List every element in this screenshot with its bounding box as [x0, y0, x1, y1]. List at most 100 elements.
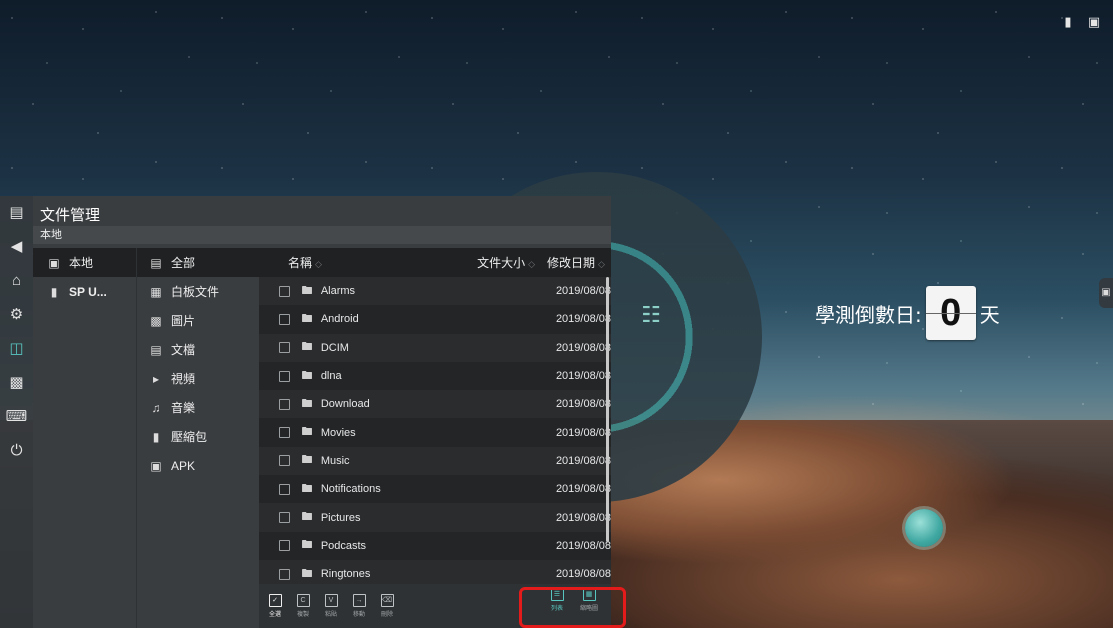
folder-icon[interactable]: ◫ — [6, 338, 28, 360]
left-toolbar: ▤ ◀ ⌂ ⚙ ◫ ▩ ⌨ ⏻ — [0, 196, 33, 628]
grid-icon: ▦ — [582, 588, 596, 601]
category-archives[interactable]: ▮ 壓縮包 — [137, 422, 260, 451]
home-icon[interactable]: ⌂ — [6, 270, 28, 292]
paste-button[interactable]: V 粘貼 — [319, 594, 343, 618]
apps-grid-icon[interactable]: ☷ — [638, 302, 664, 328]
button-label: 移動 — [352, 612, 365, 618]
row-checkbox[interactable] — [279, 568, 290, 580]
file-name: Movies — [320, 426, 356, 439]
input-icon[interactable]: ▩ — [6, 372, 28, 394]
paste-icon: V — [324, 594, 338, 607]
table-row[interactable]: 🖿 Notifications 2019/08/08 — [259, 475, 611, 504]
countdown-digit: 0 — [925, 286, 976, 340]
category-images[interactable]: ▩ 圖片 — [137, 306, 260, 335]
delete-button[interactable]: ⌫ 刪除 — [375, 594, 399, 618]
row-checkbox[interactable] — [279, 342, 290, 354]
settings-icon[interactable]: ⚙ — [6, 304, 28, 326]
file-date: 2019/08/08 — [555, 568, 611, 581]
source-label: 本地 — [69, 256, 94, 270]
move-button[interactable]: → 移動 — [347, 594, 371, 618]
category-videos[interactable]: ▸ 視頻 — [137, 364, 260, 393]
archive-icon: ▮ — [152, 429, 160, 444]
button-label: 刪除 — [380, 612, 393, 618]
music-icon: ♫ — [151, 400, 161, 415]
screen-icon[interactable]: ▣ — [1087, 14, 1101, 30]
row-checkbox[interactable] — [279, 512, 290, 524]
copy-button[interactable]: C 複製 — [291, 594, 315, 618]
window-icon[interactable]: ▤ — [6, 202, 28, 224]
list-scrollbar[interactable] — [606, 277, 609, 542]
column-name-header[interactable]: 名稱 ◇ — [259, 254, 456, 271]
file-date: 2019/08/08 — [555, 539, 611, 552]
folder-icon: 🖿 — [301, 539, 313, 552]
file-date: 2019/08/08 — [555, 483, 611, 496]
copy-icon: C — [296, 594, 310, 607]
monitor-icon: ▣ — [48, 255, 60, 270]
category-apk[interactable]: ▣ APK — [137, 451, 260, 480]
keyboard-icon[interactable]: ⌨ — [6, 406, 28, 428]
back-icon[interactable]: ◀ — [6, 236, 28, 258]
table-row[interactable]: 🖿 Android 2019/08/08 — [259, 305, 611, 334]
sort-icon: ◇ — [315, 259, 322, 269]
file-date: 2019/08/08 — [555, 454, 611, 467]
file-manager-window: 文件管理 本地 ▣ 本地 ▮ SP U... ▤ 全部 ▦ 白板文件 ▩ 圖片 ▤ 文檔… — [33, 196, 611, 628]
table-row[interactable]: 🖿 Alarms 2019/08/08 — [259, 277, 611, 306]
right-sidebar-handle[interactable]: ▣ — [1099, 278, 1113, 308]
file-date: 2019/08/08 — [555, 313, 611, 326]
breadcrumb: 本地 — [33, 226, 611, 244]
source-usb[interactable]: ▮ SP U... — [33, 277, 136, 306]
table-row[interactable]: 🖿 Movies 2019/08/08 — [259, 418, 611, 447]
source-local[interactable]: ▣ 本地 — [33, 248, 136, 277]
folder-icon: 🖿 — [301, 341, 313, 354]
row-checkbox[interactable] — [279, 540, 290, 552]
list-icon: ☰ — [550, 588, 564, 601]
row-checkbox[interactable] — [279, 455, 290, 467]
table-row[interactable]: 🖿 Podcasts 2019/08/08 — [259, 531, 611, 560]
category-list: ▤ 全部 ▦ 白板文件 ▩ 圖片 ▤ 文檔 ▸ 視頻 ♫ 音樂 ▮ 壓縮包 ▣ APK — [136, 248, 260, 628]
usb-icon[interactable]: ▮ — [1061, 14, 1075, 30]
category-music[interactable]: ♫ 音樂 — [137, 393, 260, 422]
file-date: 2019/08/08 — [555, 285, 611, 298]
thumbnail-view-button[interactable]: ▦ 縮略圖 — [577, 588, 601, 612]
whiteboard-icon: ▦ — [150, 284, 162, 299]
document-icon: ▤ — [150, 342, 162, 357]
file-name: Download — [320, 398, 370, 411]
table-row[interactable]: 🖿 Pictures 2019/08/08 — [259, 503, 611, 532]
checkbox-icon: ✓ — [268, 594, 282, 607]
table-row[interactable]: 🖿 Download 2019/08/08 — [259, 390, 611, 419]
table-row[interactable]: 🖿 Music 2019/08/08 — [259, 446, 611, 476]
row-checkbox[interactable] — [279, 285, 290, 297]
row-checkbox[interactable] — [279, 427, 290, 439]
file-name: Ringtones — [320, 568, 371, 581]
table-row[interactable]: 🖿 DCIM 2019/08/08 — [259, 333, 611, 362]
power-icon[interactable]: ⏻ — [6, 440, 28, 462]
row-checkbox[interactable] — [279, 370, 290, 382]
file-name: dlna — [320, 370, 342, 383]
floating-assistive-ball[interactable] — [905, 509, 943, 547]
countdown-unit: 天 — [979, 302, 1000, 327]
file-name: Notifications — [320, 483, 381, 496]
column-date-header[interactable]: 修改日期 ◇ — [541, 254, 611, 271]
button-label: 縮略圖 — [579, 606, 598, 612]
sort-icon: ◇ — [598, 259, 605, 269]
category-whiteboard[interactable]: ▦ 白板文件 — [137, 277, 260, 306]
folder-icon: 🖿 — [301, 426, 313, 439]
column-label: 名稱 — [288, 256, 313, 270]
category-label: 全部 — [171, 256, 196, 270]
column-label: 修改日期 — [547, 256, 596, 270]
row-checkbox[interactable] — [279, 313, 290, 325]
status-icons: ▮ ▣ — [1061, 14, 1101, 30]
category-label: 音樂 — [171, 401, 196, 415]
folder-icon: 🖿 — [301, 284, 313, 297]
column-size-header[interactable]: 文件大小 ◇ — [456, 254, 541, 271]
category-documents[interactable]: ▤ 文檔 — [137, 335, 260, 364]
row-checkbox[interactable] — [279, 398, 290, 410]
button-label: 複製 — [296, 612, 309, 618]
move-icon: → — [352, 594, 366, 607]
row-checkbox[interactable] — [279, 483, 290, 495]
category-all[interactable]: ▤ 全部 — [137, 248, 260, 277]
list-view-button[interactable]: ☰ 列表 — [545, 588, 569, 612]
select-all-button[interactable]: ✓ 全選 — [263, 594, 287, 618]
file-date: 2019/08/08 — [555, 370, 611, 383]
table-row[interactable]: 🖿 dlna 2019/08/08 — [259, 361, 611, 391]
